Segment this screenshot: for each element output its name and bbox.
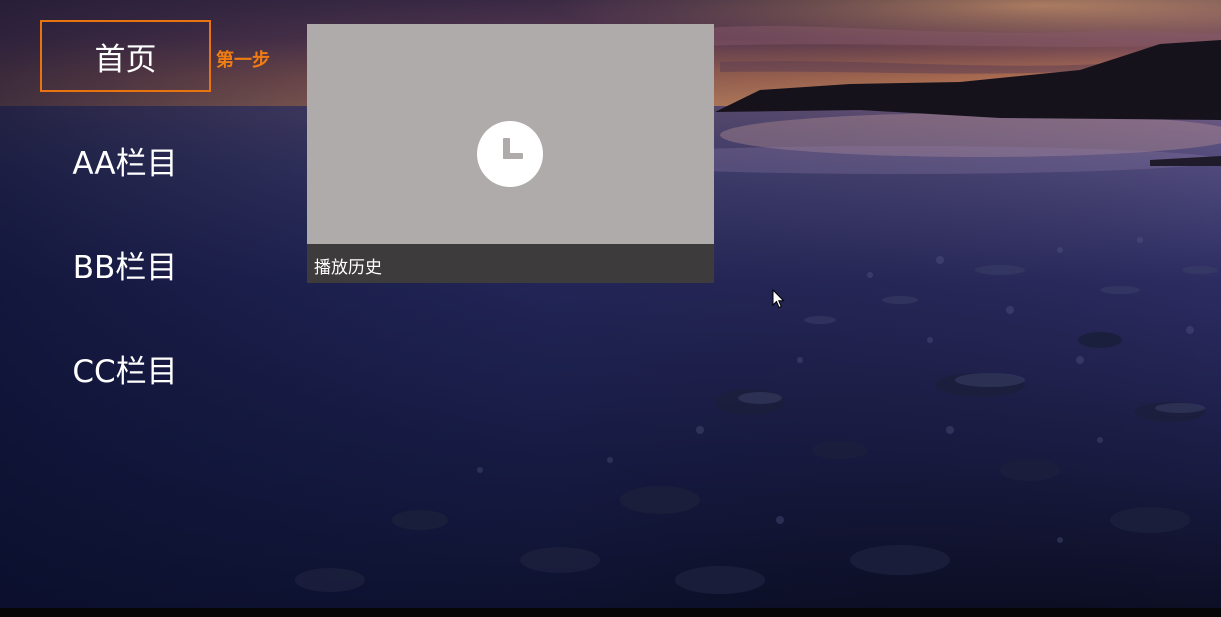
launcher-screen: 首页 AA栏目 BB栏目 CC栏目 第一步 播放历史 (0, 0, 1221, 617)
play-history-card[interactable]: 播放历史 (307, 24, 714, 283)
card-thumbnail (307, 24, 714, 244)
nav-item-bb[interactable]: BB栏目 (41, 229, 209, 299)
nav-item-cc[interactable]: CC栏目 (41, 333, 209, 403)
bottom-system-bar (0, 608, 1221, 617)
card-title: 播放历史 (314, 258, 382, 278)
step-hint-label: 第一步 (216, 50, 270, 71)
card-caption-bar: 播放历史 (307, 244, 714, 283)
clock-icon (477, 121, 543, 187)
nav-item-home[interactable]: 首页 (40, 20, 211, 92)
mouse-pointer-icon (772, 289, 785, 309)
nav-item-aa[interactable]: AA栏目 (41, 125, 209, 195)
